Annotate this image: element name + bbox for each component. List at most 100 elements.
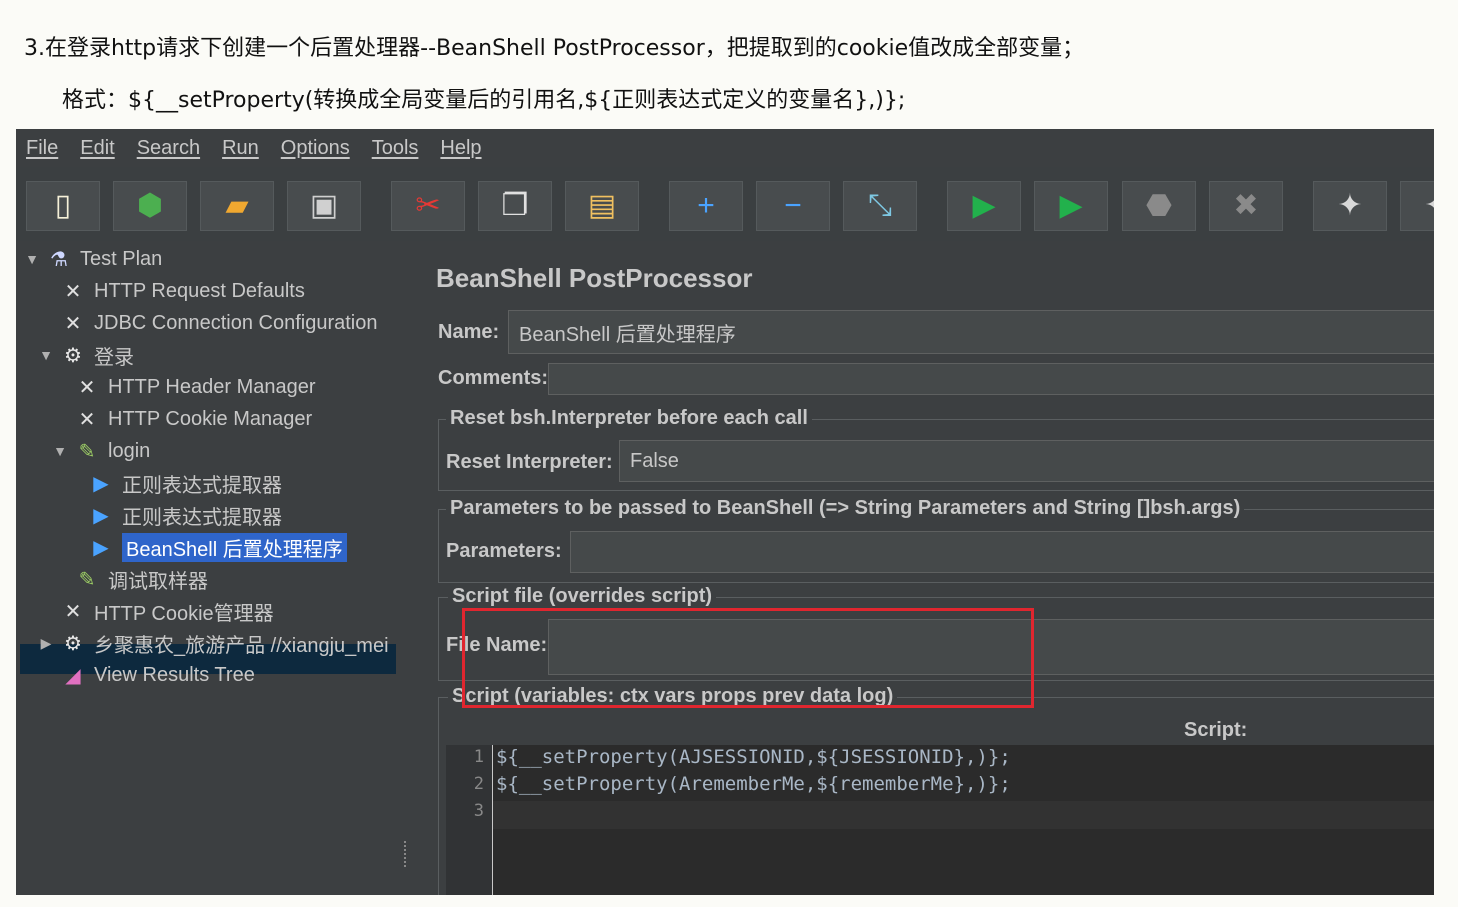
script-editor[interactable]: 1 2 3 ${__setProperty(AJSESSIONID,${JSESSIO… (446, 745, 1434, 895)
tree-toggle-icon[interactable]: ▶ (38, 635, 54, 652)
tree-node[interactable]: ▶ 正则表达式提取器 (66, 469, 282, 497)
name-field[interactable]: BeanShell 后置处理程序 (508, 310, 1434, 354)
name-label: Name: (438, 321, 500, 343)
tree-node[interactable]: ▶ 正则表达式提取器 (66, 501, 282, 529)
tree-node-label: HTTP Header Manager (108, 375, 316, 398)
tree-node-label: login (108, 439, 151, 462)
toggle-icon: ⤡ (868, 189, 892, 222)
post-processor-icon: ▶ (93, 536, 109, 559)
tree-node-label: BeanShell 后置处理程序 (122, 532, 347, 562)
tree-node-label: 调试取样器 (108, 570, 208, 593)
menu-edit[interactable]: Edit (80, 137, 114, 160)
tree-node-label: HTTP Cookie管理器 (94, 602, 274, 625)
save-button[interactable]: ▣ (287, 181, 361, 231)
stop-icon: ⬣ (1145, 189, 1173, 222)
current-line-highlight (492, 801, 1434, 829)
instruction-text: 3.在登录http请求下创建一个后置处理器--BeanShell PostPro… (24, 36, 1085, 61)
tree-node[interactable]: ▶ BeanShell 后置处理程序 (66, 532, 347, 562)
line-number: 3 (473, 801, 484, 821)
toggle-button[interactable]: ⤡ (843, 181, 917, 231)
annotation-highlight-box (462, 608, 1034, 708)
start-no-pauses-button[interactable]: ▶ (1034, 181, 1108, 231)
tree-node[interactable]: ▼ ✎ login (52, 437, 150, 465)
save-icon: ▣ (309, 189, 339, 222)
clear-button[interactable]: ✦ (1313, 181, 1387, 231)
element-panel: BeanShell PostProcessor Name: BeanShell … (416, 241, 1434, 895)
reset-interpreter-label: Reset Interpreter: (446, 451, 613, 473)
collapse-button[interactable]: − (756, 181, 830, 231)
flask-icon: ⚗ (50, 248, 68, 271)
tree-toggle-icon[interactable]: ▼ (38, 347, 54, 363)
tree-node-label: 乡聚惠农_旅游产品 //xiangju_mei (94, 634, 389, 657)
tree-node[interactable]: ✕ HTTP Cookie管理器 (38, 597, 274, 625)
expand-icon: + (697, 189, 715, 222)
test-plan-tree: ▼ ⚗ Test Plan ✕ HTTP Request Defaults ✕ JDBC C… (16, 241, 400, 895)
clear-all-button[interactable]: ✦ (1400, 181, 1434, 231)
line-number: 1 (473, 747, 484, 767)
start-icon: ▶ (972, 189, 996, 222)
config-tools-icon: ✕ (64, 600, 82, 623)
start-button[interactable]: ▶ (947, 181, 1021, 231)
shutdown-icon: ✖ (1233, 189, 1259, 222)
menu-tools[interactable]: Tools (372, 137, 419, 160)
paste-icon: ▤ (587, 189, 617, 222)
reset-interpreter-field[interactable]: False (619, 440, 1434, 482)
tree-node[interactable]: ✕ HTTP Request Defaults (38, 277, 305, 305)
sampler-pen-icon: ✎ (78, 440, 96, 463)
tree-node-label: View Results Tree (94, 663, 255, 686)
start-no-pauses-icon: ▶ (1059, 189, 1083, 222)
tree-node[interactable]: ◢ View Results Tree (38, 661, 255, 689)
tree-node[interactable]: ▼ ⚙ 登录 (38, 341, 134, 369)
parameters-group-title: Parameters to be passed to BeanShell (=>… (446, 497, 1245, 520)
tree-node[interactable]: ▼ ⚗ Test Plan (24, 245, 162, 273)
templates-button[interactable]: ⬢ (113, 181, 187, 231)
tree-node-label: Test Plan (80, 247, 163, 270)
tree-toggle-icon[interactable]: ▼ (24, 251, 40, 267)
cut-button[interactable]: ✂ (391, 181, 465, 231)
config-tools-icon: ✕ (64, 280, 82, 303)
open-button[interactable]: ▰ (200, 181, 274, 231)
collapse-icon: − (784, 189, 802, 222)
line-number: 2 (473, 774, 484, 794)
tree-node-label: HTTP Request Defaults (94, 279, 305, 302)
listener-chart-icon: ◢ (65, 664, 81, 687)
tree-node[interactable]: ✎ 调试取样器 (52, 565, 208, 593)
copy-icon: ❐ (501, 189, 529, 222)
format-text: 格式：${__setProperty(转换成全局变量后的引用名,${正则表达式定… (62, 88, 906, 113)
expand-button[interactable]: + (669, 181, 743, 231)
tree-node-label: HTTP Cookie Manager (108, 407, 313, 430)
shutdown-button[interactable]: ✖ (1209, 181, 1283, 231)
tree-node[interactable]: ✕ JDBC Connection Configuration (38, 309, 378, 337)
tree-toggle-icon[interactable]: ▼ (52, 443, 68, 459)
tree-node[interactable]: ✕ HTTP Cookie Manager (52, 405, 313, 433)
clear-all-icon: ✦ (1424, 191, 1434, 221)
tree-node[interactable]: ▶ ⚙ 乡聚惠农_旅游产品 //xiangju_mei (38, 629, 389, 657)
new-button[interactable]: ▯ (26, 181, 100, 231)
clear-icon: ✦ (1337, 189, 1363, 222)
tree-node[interactable]: ✕ HTTP Header Manager (52, 373, 316, 401)
copy-button[interactable]: ❐ (478, 181, 552, 231)
menu-search[interactable]: Search (137, 137, 200, 160)
menu-bar: File Edit Search Run Options Tools Help (16, 129, 1434, 167)
comments-field[interactable] (548, 363, 1434, 395)
menu-help[interactable]: Help (440, 137, 481, 160)
script-line[interactable]: ${__setProperty(ArememberMe,${rememberMe… (496, 773, 1011, 795)
parameters-label: Parameters: (446, 540, 562, 562)
parameters-field[interactable] (570, 531, 1434, 573)
splitter[interactable] (398, 241, 416, 895)
reset-group-title: Reset bsh.Interpreter before each call (446, 407, 812, 430)
config-tools-icon: ✕ (78, 408, 96, 431)
sampler-pen-icon: ✎ (78, 568, 96, 591)
menu-file[interactable]: File (26, 137, 58, 160)
post-processor-icon: ▶ (93, 472, 109, 495)
menu-run[interactable]: Run (222, 137, 259, 160)
cut-icon: ✂ (415, 189, 441, 222)
splitter-grip-icon[interactable] (404, 841, 412, 867)
paste-button[interactable]: ▤ (565, 181, 639, 231)
config-tools-icon: ✕ (78, 376, 96, 399)
menu-options[interactable]: Options (281, 137, 350, 160)
stop-button[interactable]: ⬣ (1122, 181, 1196, 231)
script-line[interactable]: ${__setProperty(AJSESSIONID,${JSESSIONID… (496, 746, 1011, 768)
script-file-group-title: Script file (overrides script) (448, 585, 717, 608)
toolbar: ▯ ⬢ ▰ ▣ ✂ ❐ ▤ + − ⤡ ▶ ▶ ⬣ ✖ ✦ ✦ (16, 173, 1434, 241)
